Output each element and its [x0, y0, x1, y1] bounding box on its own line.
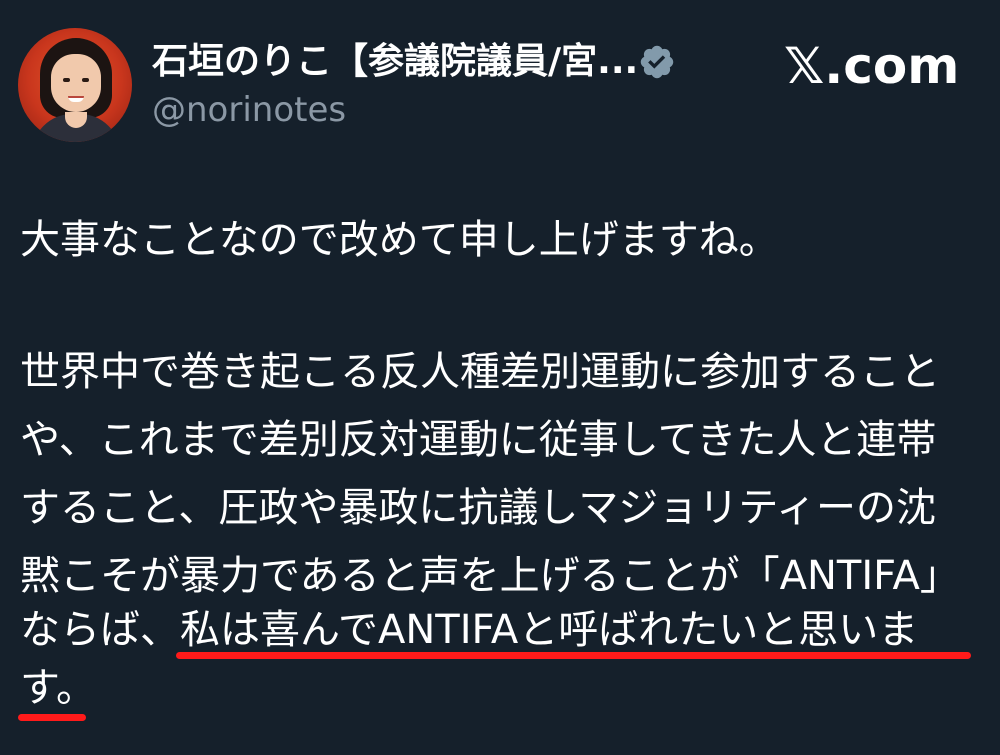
post-text-line: 世界中で巻き起こる反人種差別運動に参加すること — [20, 349, 940, 395]
post-card: 石垣のりこ【参議院議員/宮... @norinotes 𝕏.com 大事なことな… — [0, 0, 1000, 755]
verified-badge-icon — [640, 45, 674, 79]
post-text-line: す。 — [20, 665, 96, 711]
red-underline — [18, 714, 86, 721]
user-handle[interactable]: @norinotes — [152, 88, 346, 132]
x-logo: 𝕏.com — [784, 37, 960, 95]
display-name[interactable]: 石垣のりこ【参議院議員/宮... — [152, 38, 638, 86]
post-text-line: や、これまで差別反対運動に従事してきた人と連帯 — [20, 417, 937, 463]
post-text-line: 大事なことなので改めて申し上げますね。 — [20, 217, 779, 263]
post-text-line: すること、圧政や暴政に抗議しマジョリティーの沈 — [20, 485, 936, 531]
highlighted-text: 私は喜んでANTIFAと呼ばれたいと思いま — [180, 607, 919, 653]
avatar[interactable] — [18, 28, 132, 142]
post-text-prefix: ならば、 — [20, 607, 180, 653]
post-text-line: ならば、私は喜んでANTIFAと呼ばれたいと思いま — [20, 600, 918, 660]
post-text-line: 黙こそが暴力であると声を上げることが「ANTIFA」 — [20, 553, 960, 599]
red-underline — [176, 652, 971, 659]
